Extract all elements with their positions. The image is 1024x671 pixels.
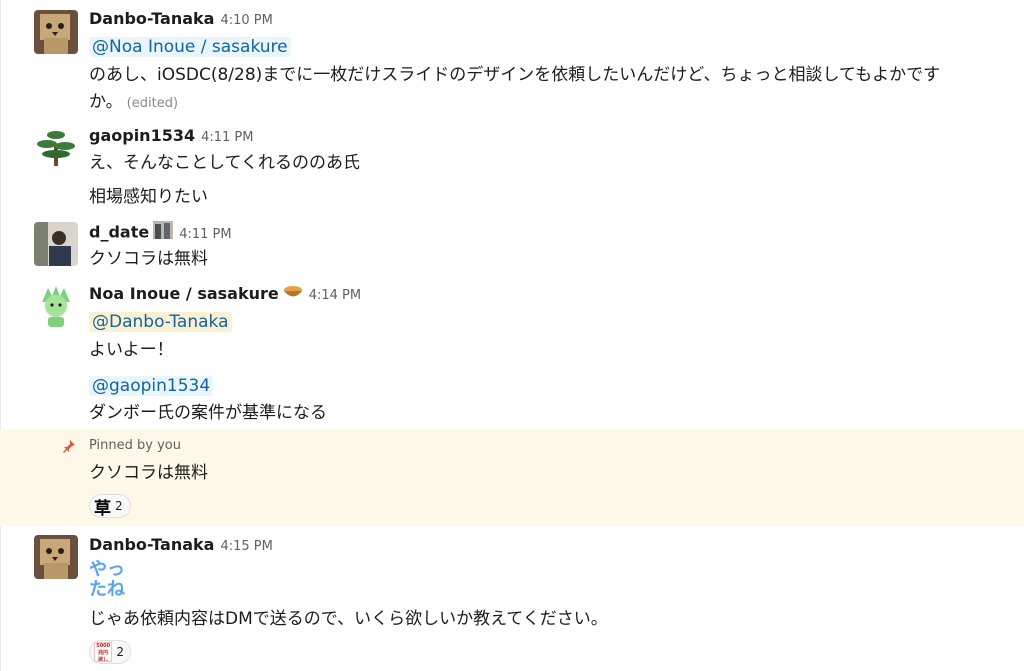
author-name[interactable]: Danbo-Tanaka [89,9,214,28]
message-header: Danbo-Tanaka 4:15 PM [89,534,273,558]
reaction-kusa[interactable]: 草 2 [89,494,131,519]
avatar-noa[interactable] [34,284,78,328]
message-text: よいよー！ [89,340,174,360]
pinned-by-label: Pinned by you [89,438,181,453]
message-text: のあし、iOSDC(8/28)までに一枚だけスライドのデザインを依頼したいんだけ… [89,65,941,85]
pin-icon [62,438,76,453]
avatar-danbo[interactable] [34,10,78,54]
timestamp[interactable]: 4:11 PM [179,227,231,242]
message-line: @Danbo-Tanaka [89,310,232,334]
message-text: クソコラは無料 [89,463,208,483]
message-header: d_date 4:11 PM [89,221,232,246]
mention-gaopin[interactable]: @gaopin1534 [89,376,214,396]
avatar-danbo[interactable] [34,535,78,579]
avatar-d-date[interactable] [34,222,78,266]
message-text: クソコラは無料 [89,249,208,269]
author-name[interactable]: gaopin1534 [89,126,195,145]
message-feed: Danbo-Tanaka 4:10 PM @Noa Inoue / sasakur… [0,0,1024,671]
author-name[interactable]: Noa Inoue / sasakure [89,284,279,303]
reaction-count: 2 [116,645,124,659]
edited-label: (edited) [126,96,179,111]
message-text: 相場感知りたい [89,187,208,207]
message-text-tail: か。 [89,92,123,112]
bowl-status-icon [283,284,303,306]
feed-left-border [0,0,1,671]
mention-noa[interactable]: @Noa Inoue / sasakure [89,37,291,57]
message-line: @Noa Inoue / sasakure [89,35,291,59]
message-header: gaopin1534 4:11 PM [89,125,254,149]
timestamp[interactable]: 4:11 PM [201,130,253,145]
reaction-count: 2 [115,499,123,513]
kusa-emoji: 草 [94,498,111,519]
author-name[interactable]: d_date [89,223,149,242]
message-text: え、そんなことしてくれるののあ氏 [89,153,360,173]
yatta-custom-emoji: やっ たね [89,559,125,600]
message-text: ダンボー氏の案件が基準になる [89,403,327,423]
photo-status-icon [153,221,174,245]
message-header: Danbo-Tanaka 4:10 PM [89,8,273,32]
message-line: @gaopin1534 [89,374,214,398]
timestamp[interactable]: 4:15 PM [220,539,272,554]
mention-danbo[interactable]: @Danbo-Tanaka [89,312,232,332]
message-header: Noa Inoue / sasakure 4:14 PM [89,283,361,307]
message-text: じゃあ依頼内容はDMで送るので、いくら欲しいか教えてください。 [89,609,608,629]
message-text-continued: か。 (edited) [89,90,178,116]
author-name[interactable]: Danbo-Tanaka [89,535,214,554]
timestamp[interactable]: 4:14 PM [309,288,361,303]
5000-trillion-emoji: 5000兆円 欲しい！ [94,642,113,662]
timestamp[interactable]: 4:10 PM [220,13,272,28]
avatar-gaopin[interactable] [34,126,78,170]
reaction-5000-trillion[interactable]: 5000兆円 欲しい！ 2 [89,640,131,664]
